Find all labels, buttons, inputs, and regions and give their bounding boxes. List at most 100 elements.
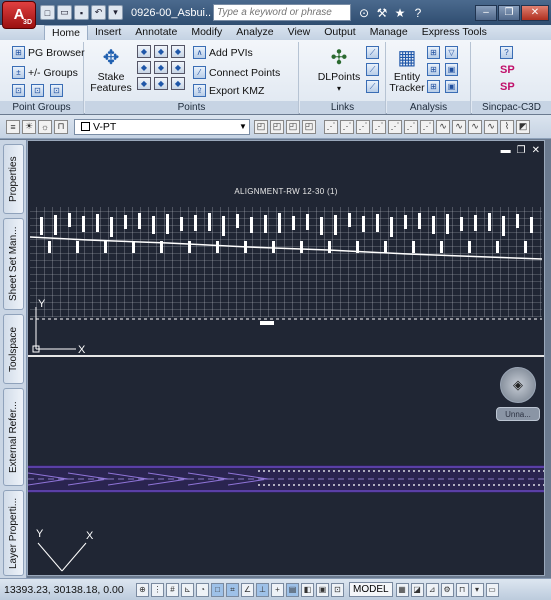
quick-properties-icon[interactable]: ▣ <box>316 582 329 597</box>
link-tool-icon[interactable]: ⟋ <box>366 63 379 76</box>
lightbulb-icon[interactable]: ☀ <box>22 119 36 134</box>
add-pvis-button[interactable]: ∧ Add PVIs <box>193 46 253 59</box>
tab-express-tools[interactable]: Express Tools <box>415 25 494 40</box>
analysis-tool-icon[interactable]: ⊞ <box>427 46 440 59</box>
sincpac-sp-icon[interactable]: SP <box>500 81 516 93</box>
selection-cycling-icon[interactable]: ⊡ <box>331 582 344 597</box>
model-button[interactable]: MODEL <box>349 582 393 597</box>
dlpoints-button[interactable]: ✣ DLPoints ▾ <box>316 46 362 94</box>
application-menu-button[interactable]: A 3D <box>2 0 36 29</box>
draw-tool-icon[interactable]: ⋰ <box>372 119 386 134</box>
palette-toolspace[interactable]: Toolspace <box>3 314 24 384</box>
tab-output[interactable]: Output <box>317 25 363 40</box>
close-button[interactable]: ✕ <box>521 4 549 21</box>
draw-tool-icon[interactable]: ∿ <box>484 119 498 134</box>
link-tool-icon[interactable]: ⟋ <box>366 46 379 59</box>
tab-analyze[interactable]: Analyze <box>229 25 280 40</box>
group-tool-icon[interactable]: ⊡ <box>12 84 25 97</box>
quick-view-drawings-icon[interactable]: ◪ <box>410 582 424 597</box>
stake-features-button[interactable]: ✥ Stake Features <box>89 46 133 94</box>
sincpac-sp-icon[interactable]: SP <box>500 64 516 76</box>
search-input[interactable] <box>214 7 334 18</box>
dyn-icon[interactable]: + <box>271 582 284 597</box>
palette-properties[interactable]: Properties <box>3 144 24 214</box>
point-tool-icon[interactable]: ◆ <box>137 45 151 58</box>
layer-tool-icon[interactable]: ◰ <box>254 119 268 134</box>
draw-tool-icon[interactable]: ⋰ <box>388 119 402 134</box>
layer-dropdown[interactable]: V-PT ▼ <box>74 118 250 135</box>
analysis-tool-icon[interactable]: ▣ <box>445 80 458 93</box>
connect-points-button[interactable]: ⁄ Connect Points <box>193 66 280 79</box>
wrench-icon[interactable]: ⚒ <box>375 6 389 20</box>
layer-tool-icon[interactable]: ◰ <box>286 119 300 134</box>
tab-view[interactable]: View <box>281 25 318 40</box>
tab-manage[interactable]: Manage <box>363 25 415 40</box>
help-icon[interactable]: ? <box>411 6 425 20</box>
osnap-icon[interactable]: □ <box>211 582 224 597</box>
viewport-profile[interactable]: ▬ ❐ ✕ ALIGNMENT-RW 12-30 (1) Y X <box>28 141 544 357</box>
draw-tool-icon[interactable]: ∿ <box>452 119 466 134</box>
point-tool-icon[interactable]: ◆ <box>171 45 185 58</box>
lock-ui-icon[interactable]: ⊓ <box>455 582 469 597</box>
new-icon[interactable]: □ <box>40 5 55 20</box>
point-tool-icon[interactable]: ◆ <box>154 45 168 58</box>
workspace-icon[interactable]: ⚙ <box>440 582 454 597</box>
status-menu-icon[interactable]: ▾ <box>470 582 484 597</box>
ducs-icon[interactable]: ⊥ <box>256 582 269 597</box>
clean-screen-icon[interactable]: ▭ <box>485 582 499 597</box>
tab-insert[interactable]: Insert <box>88 25 128 40</box>
binoculars-icon[interactable]: ⊙ <box>357 6 371 20</box>
draw-tool-icon[interactable]: ⋰ <box>324 119 338 134</box>
open-icon[interactable]: ▭ <box>57 5 72 20</box>
point-tool-icon[interactable]: ◆ <box>171 77 185 90</box>
star-icon[interactable]: ★ <box>393 6 407 20</box>
filter-icon[interactable]: ▽ <box>445 46 458 59</box>
analysis-tool-icon[interactable]: ▣ <box>445 63 458 76</box>
ortho-icon[interactable]: ⊾ <box>181 582 194 597</box>
point-tool-icon[interactable]: ◆ <box>137 77 151 90</box>
group-tool-icon[interactable]: ⊡ <box>31 84 44 97</box>
lineweight-icon[interactable]: ▤ <box>286 582 299 597</box>
group-tool-icon[interactable]: ⊡ <box>50 84 63 97</box>
tab-annotate[interactable]: Annotate <box>128 25 184 40</box>
quick-view-layouts-icon[interactable]: ▦ <box>395 582 409 597</box>
3d-osnap-icon[interactable]: ⌗ <box>226 582 239 597</box>
transparency-icon[interactable]: ◧ <box>301 582 314 597</box>
palette-external-references[interactable]: External Refer... <box>3 388 24 486</box>
search-box[interactable] <box>213 4 351 21</box>
draw-tool-icon[interactable]: ⋰ <box>356 119 370 134</box>
pg-browser-button[interactable]: ⊞ PG Browser <box>12 46 85 59</box>
point-tool-icon[interactable]: ◆ <box>137 61 151 74</box>
export-kmz-button[interactable]: ⇪ Export KMZ <box>193 84 264 97</box>
analysis-tool-icon[interactable]: ⊞ <box>427 63 440 76</box>
help-icon[interactable]: ? <box>500 46 513 59</box>
infer-constraints-icon[interactable]: ⊕ <box>136 582 149 597</box>
annotation-scale-icon[interactable]: ⊿ <box>425 582 439 597</box>
polar-icon[interactable]: ◔ <box>196 582 209 597</box>
tab-home[interactable]: Home <box>44 25 89 40</box>
entity-tracker-button[interactable]: ▦ Entity Tracker <box>389 46 425 94</box>
point-tool-icon[interactable]: ◆ <box>154 61 168 74</box>
dropdown-icon[interactable]: ▾ <box>108 5 123 20</box>
palette-layer-properties[interactable]: Layer Properti... <box>3 490 24 576</box>
restore-button[interactable]: ❐ <box>498 4 520 21</box>
palette-sheet-set-manager[interactable]: Sheet Set Man... <box>3 218 24 310</box>
tab-modify[interactable]: Modify <box>184 25 229 40</box>
draw-tool-icon[interactable]: ∿ <box>468 119 482 134</box>
drawing-area[interactable]: ▬ ❐ ✕ ALIGNMENT-RW 12-30 (1) Y X ◈ Unna.… <box>27 140 545 576</box>
grid-icon[interactable]: # <box>166 582 179 597</box>
sun-icon[interactable]: ☼ <box>38 119 52 134</box>
draw-tool-icon[interactable]: ⌇ <box>500 119 514 134</box>
groups-add-remove-button[interactable]: ± +/- Groups <box>12 66 78 79</box>
snap-icon[interactable]: ⋮ <box>151 582 164 597</box>
draw-tool-icon[interactable]: ∿ <box>436 119 450 134</box>
draw-tool-icon[interactable]: ◩ <box>516 119 530 134</box>
link-tool-icon[interactable]: ⟋ <box>366 80 379 93</box>
save-icon[interactable]: ▪ <box>74 5 89 20</box>
draw-tool-icon[interactable]: ⋰ <box>420 119 434 134</box>
analysis-tool-icon[interactable]: ⊞ <box>427 80 440 93</box>
lock-icon[interactable]: ⊓ <box>54 119 68 134</box>
otrack-icon[interactable]: ∠ <box>241 582 254 597</box>
viewport-plan[interactable]: ◈ Unna... Y X <box>28 359 544 575</box>
layer-tool-icon[interactable]: ◰ <box>302 119 316 134</box>
